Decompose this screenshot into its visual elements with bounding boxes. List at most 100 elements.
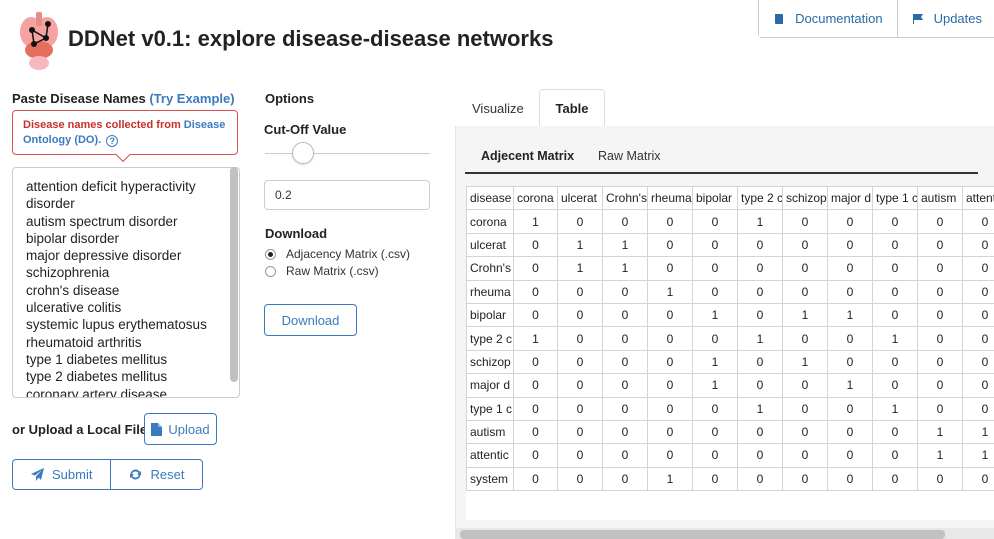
table-cell: 1 (782, 349, 828, 375)
table-cell: 0 (513, 443, 558, 468)
matrix-table-container[interactable]: disease corona ulcerat Crohn's rheuma bipolar… (466, 186, 994, 520)
table-cell: 1 (602, 232, 648, 258)
upload-button[interactable]: Upload (144, 413, 217, 445)
table-cell: 0 (647, 209, 693, 234)
documentation-button[interactable]: Documentation (759, 0, 897, 37)
table-scroll-thumb[interactable] (460, 530, 945, 539)
table-cell: 0 (557, 279, 603, 304)
column-header: Crohn's (602, 186, 648, 211)
column-header: corona (513, 186, 558, 211)
table-cell: 0 (737, 232, 783, 258)
table-cell: 0 (872, 373, 918, 398)
table-cell: 0 (917, 466, 963, 492)
column-header: type 1 c (872, 186, 918, 211)
table-row: major d00001001000 (466, 373, 994, 398)
table-cell: 1 (647, 279, 693, 304)
download-title: Download (265, 226, 328, 241)
row-header: type 2 c (466, 326, 514, 351)
table-cell: 0 (917, 396, 963, 421)
textarea-scrollbar[interactable] (230, 167, 238, 382)
table-cell: 0 (737, 466, 783, 492)
table-cell: 0 (962, 302, 994, 328)
row-header: Crohn's (466, 256, 514, 281)
disease-names-textarea[interactable]: attention deficit hyperactivity disorder… (12, 167, 240, 398)
tab-visualize[interactable]: Visualize (472, 89, 524, 127)
cutoff-slider-handle[interactable] (292, 142, 314, 164)
table-cell: 0 (872, 232, 918, 258)
table-cell: 0 (962, 209, 994, 234)
table-cell: 1 (737, 396, 783, 421)
radio-adjacency-matrix[interactable]: Adjacency Matrix (.csv) (265, 247, 410, 261)
main-tab-bar: Visualize Table (455, 89, 994, 127)
table-cell: 0 (692, 326, 738, 351)
table-cell: 0 (827, 209, 873, 234)
upload-button-label: Upload (168, 421, 210, 437)
disease-source-tooltip: Disease names collected from Disease Ont… (12, 110, 238, 155)
table-cell: 0 (827, 419, 873, 445)
download-button[interactable]: Download (264, 304, 357, 336)
table-cell: 0 (557, 349, 603, 375)
table-cell: 0 (782, 373, 828, 398)
table-cell: 0 (917, 209, 963, 234)
table-cell: 0 (827, 232, 873, 258)
row-header: ulcerat (466, 232, 514, 258)
radio-raw-circle[interactable] (265, 265, 276, 277)
table-cell: 1 (872, 396, 918, 421)
table-cell: 0 (602, 419, 648, 445)
table-cell: 0 (962, 373, 994, 398)
table-cell: 1 (647, 466, 693, 492)
radio-adjacency-label: Adjacency Matrix (.csv) (286, 247, 411, 261)
table-cell: 0 (602, 209, 648, 234)
table-cell: 0 (962, 349, 994, 375)
table-cell: 1 (827, 373, 873, 398)
reset-button[interactable]: Reset (110, 460, 202, 489)
table-cell: 0 (647, 256, 693, 281)
table-cell: 1 (737, 209, 783, 234)
cutoff-slider-track[interactable] (265, 153, 430, 154)
subtab-raw-matrix[interactable]: Raw Matrix (598, 149, 661, 163)
table-cell: 0 (647, 443, 693, 468)
table-cell: 0 (647, 396, 693, 421)
table-cell: 0 (513, 279, 558, 304)
table-cell: 0 (692, 466, 738, 492)
submit-button[interactable]: Submit (13, 460, 110, 489)
radio-adjacency-circle[interactable] (265, 248, 276, 260)
try-example-link[interactable]: (Try Example) (149, 91, 234, 106)
table-cell: 0 (782, 209, 828, 234)
table-cell: 0 (602, 279, 648, 304)
table-cell: 0 (737, 256, 783, 281)
table-cell: 1 (917, 443, 963, 468)
table-cell: 1 (513, 326, 558, 351)
table-cell: 0 (737, 419, 783, 445)
table-cell: 0 (917, 256, 963, 281)
table-cell: 1 (692, 302, 738, 328)
table-cell: 0 (513, 302, 558, 328)
table-cell: 0 (602, 349, 648, 375)
table-cell: 1 (737, 326, 783, 351)
cutoff-label: Cut-Off Value (264, 122, 347, 137)
table-cell: 0 (513, 466, 558, 492)
tab-table[interactable]: Table (539, 89, 605, 127)
adjacency-matrix-table: disease corona ulcerat Crohn's rheuma bipolar… (466, 186, 994, 492)
table-cell: 0 (692, 396, 738, 421)
cutoff-value-input[interactable]: 0.2 (264, 180, 430, 210)
table-cell: 1 (557, 232, 603, 258)
table-cell: 1 (557, 256, 603, 281)
table-cell: 0 (962, 396, 994, 421)
refresh-icon (130, 469, 142, 480)
table-cell: 0 (827, 466, 873, 492)
table-cell: 0 (602, 443, 648, 468)
table-cell: 0 (827, 326, 873, 351)
table-cell: 1 (962, 419, 994, 445)
column-header: type 2 c (737, 186, 783, 211)
row-header: attentic (466, 443, 514, 468)
table-cell: 0 (782, 466, 828, 492)
radio-raw-matrix[interactable]: Raw Matrix (.csv) (265, 264, 379, 278)
help-icon[interactable]: ? (106, 134, 119, 147)
table-cell: 0 (513, 396, 558, 421)
table-cell: 0 (917, 232, 963, 258)
updates-button[interactable]: Updates (896, 0, 994, 37)
table-cell: 0 (962, 279, 994, 304)
reset-label: Reset (150, 467, 185, 482)
subtab-adjacent-matrix[interactable]: Adjecent Matrix (481, 149, 574, 163)
